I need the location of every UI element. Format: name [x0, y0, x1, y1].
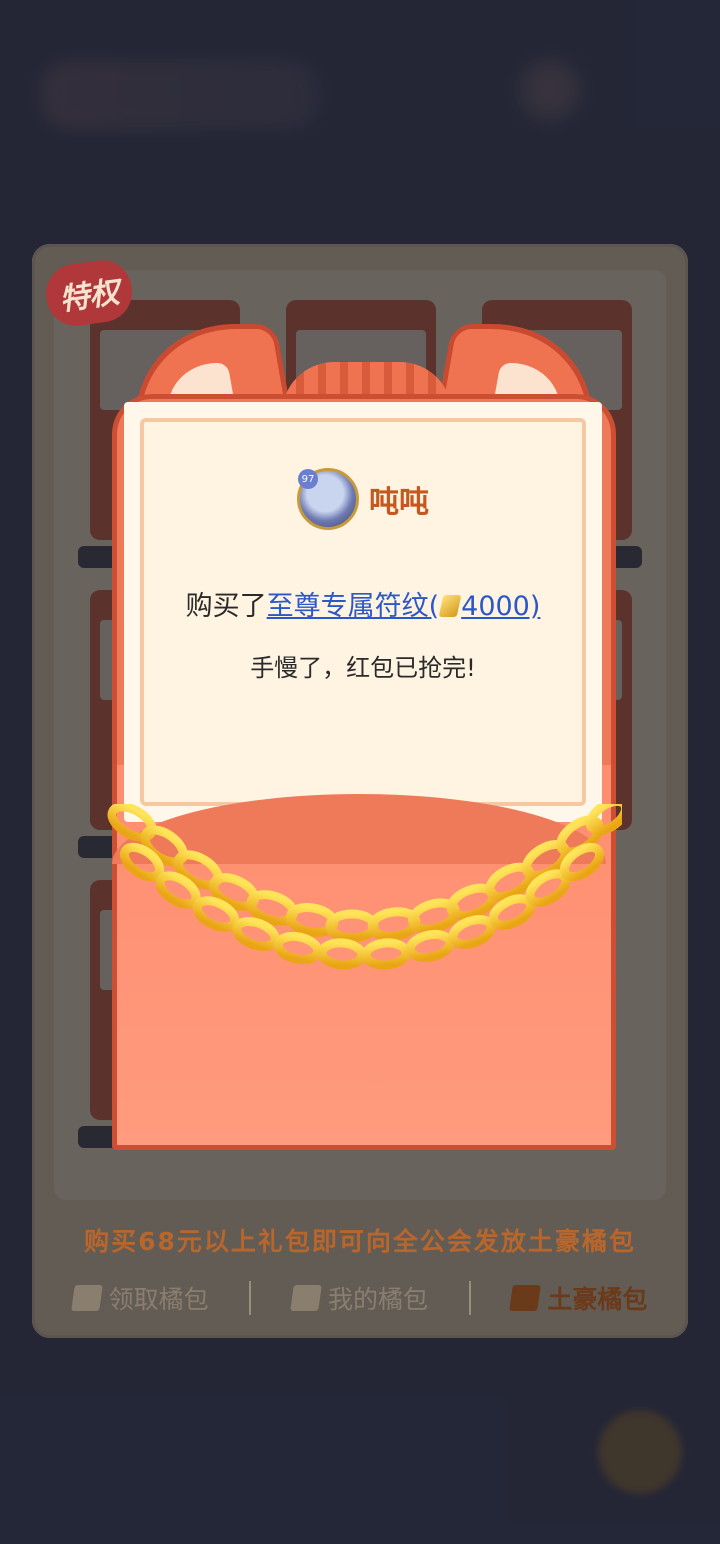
tab-label: 我的橘包 [327, 1285, 428, 1314]
tab-my-envelope[interactable]: 我的橘包 [251, 1276, 468, 1320]
letter-frame: 97 吨吨 购买了至尊专属符纹( 4000) 手慢了，红包已抢完! [140, 418, 586, 806]
cat-envelope-icon [70, 1285, 103, 1311]
tab-rich-envelope[interactable]: 土豪橘包 [471, 1276, 688, 1320]
gold-envelope-icon [509, 1285, 542, 1311]
gold-chain-icon [107, 804, 622, 970]
envelope-letter: 97 吨吨 购买了至尊专属符纹( 4000) 手慢了，红包已抢完! [124, 402, 602, 822]
red-envelope-modal: 97 吨吨 购买了至尊专属符纹( 4000) 手慢了，红包已抢完! [107, 324, 622, 1150]
item-price: 4000) [461, 591, 541, 622]
status-message: 手慢了，红包已抢完! [250, 654, 476, 682]
sender-name: 吨吨 [369, 485, 429, 520]
gold-coin-icon [438, 595, 462, 617]
panel-tabs: 领取橘包 我的橘包 土豪橘包 [32, 1276, 688, 1320]
tab-label: 领取橘包 [108, 1285, 209, 1314]
floating-coin-icon[interactable] [598, 1410, 682, 1494]
sender-row: 97 吨吨 [144, 468, 582, 530]
panel-footer-text: 购买68元以上礼包即可向全公会发放土豪橘包 [84, 1227, 636, 1256]
avatar[interactable]: 97 [297, 468, 359, 530]
privilege-badge: 特权 [42, 256, 136, 330]
item-link[interactable]: 至尊专属符纹( 4000) [267, 591, 541, 622]
background-icon [520, 60, 580, 120]
background-header [40, 60, 320, 130]
tab-label: 土豪橘包 [547, 1285, 648, 1314]
envelope-icon [290, 1285, 322, 1311]
tab-claim-envelope[interactable]: 领取橘包 [32, 1276, 249, 1320]
purchase-prefix: 购买了 [185, 591, 267, 622]
item-name: 至尊专属符纹( [266, 591, 440, 622]
purchase-text: 购买了至尊专属符纹( 4000) [144, 584, 582, 623]
level-badge: 97 [298, 469, 318, 489]
